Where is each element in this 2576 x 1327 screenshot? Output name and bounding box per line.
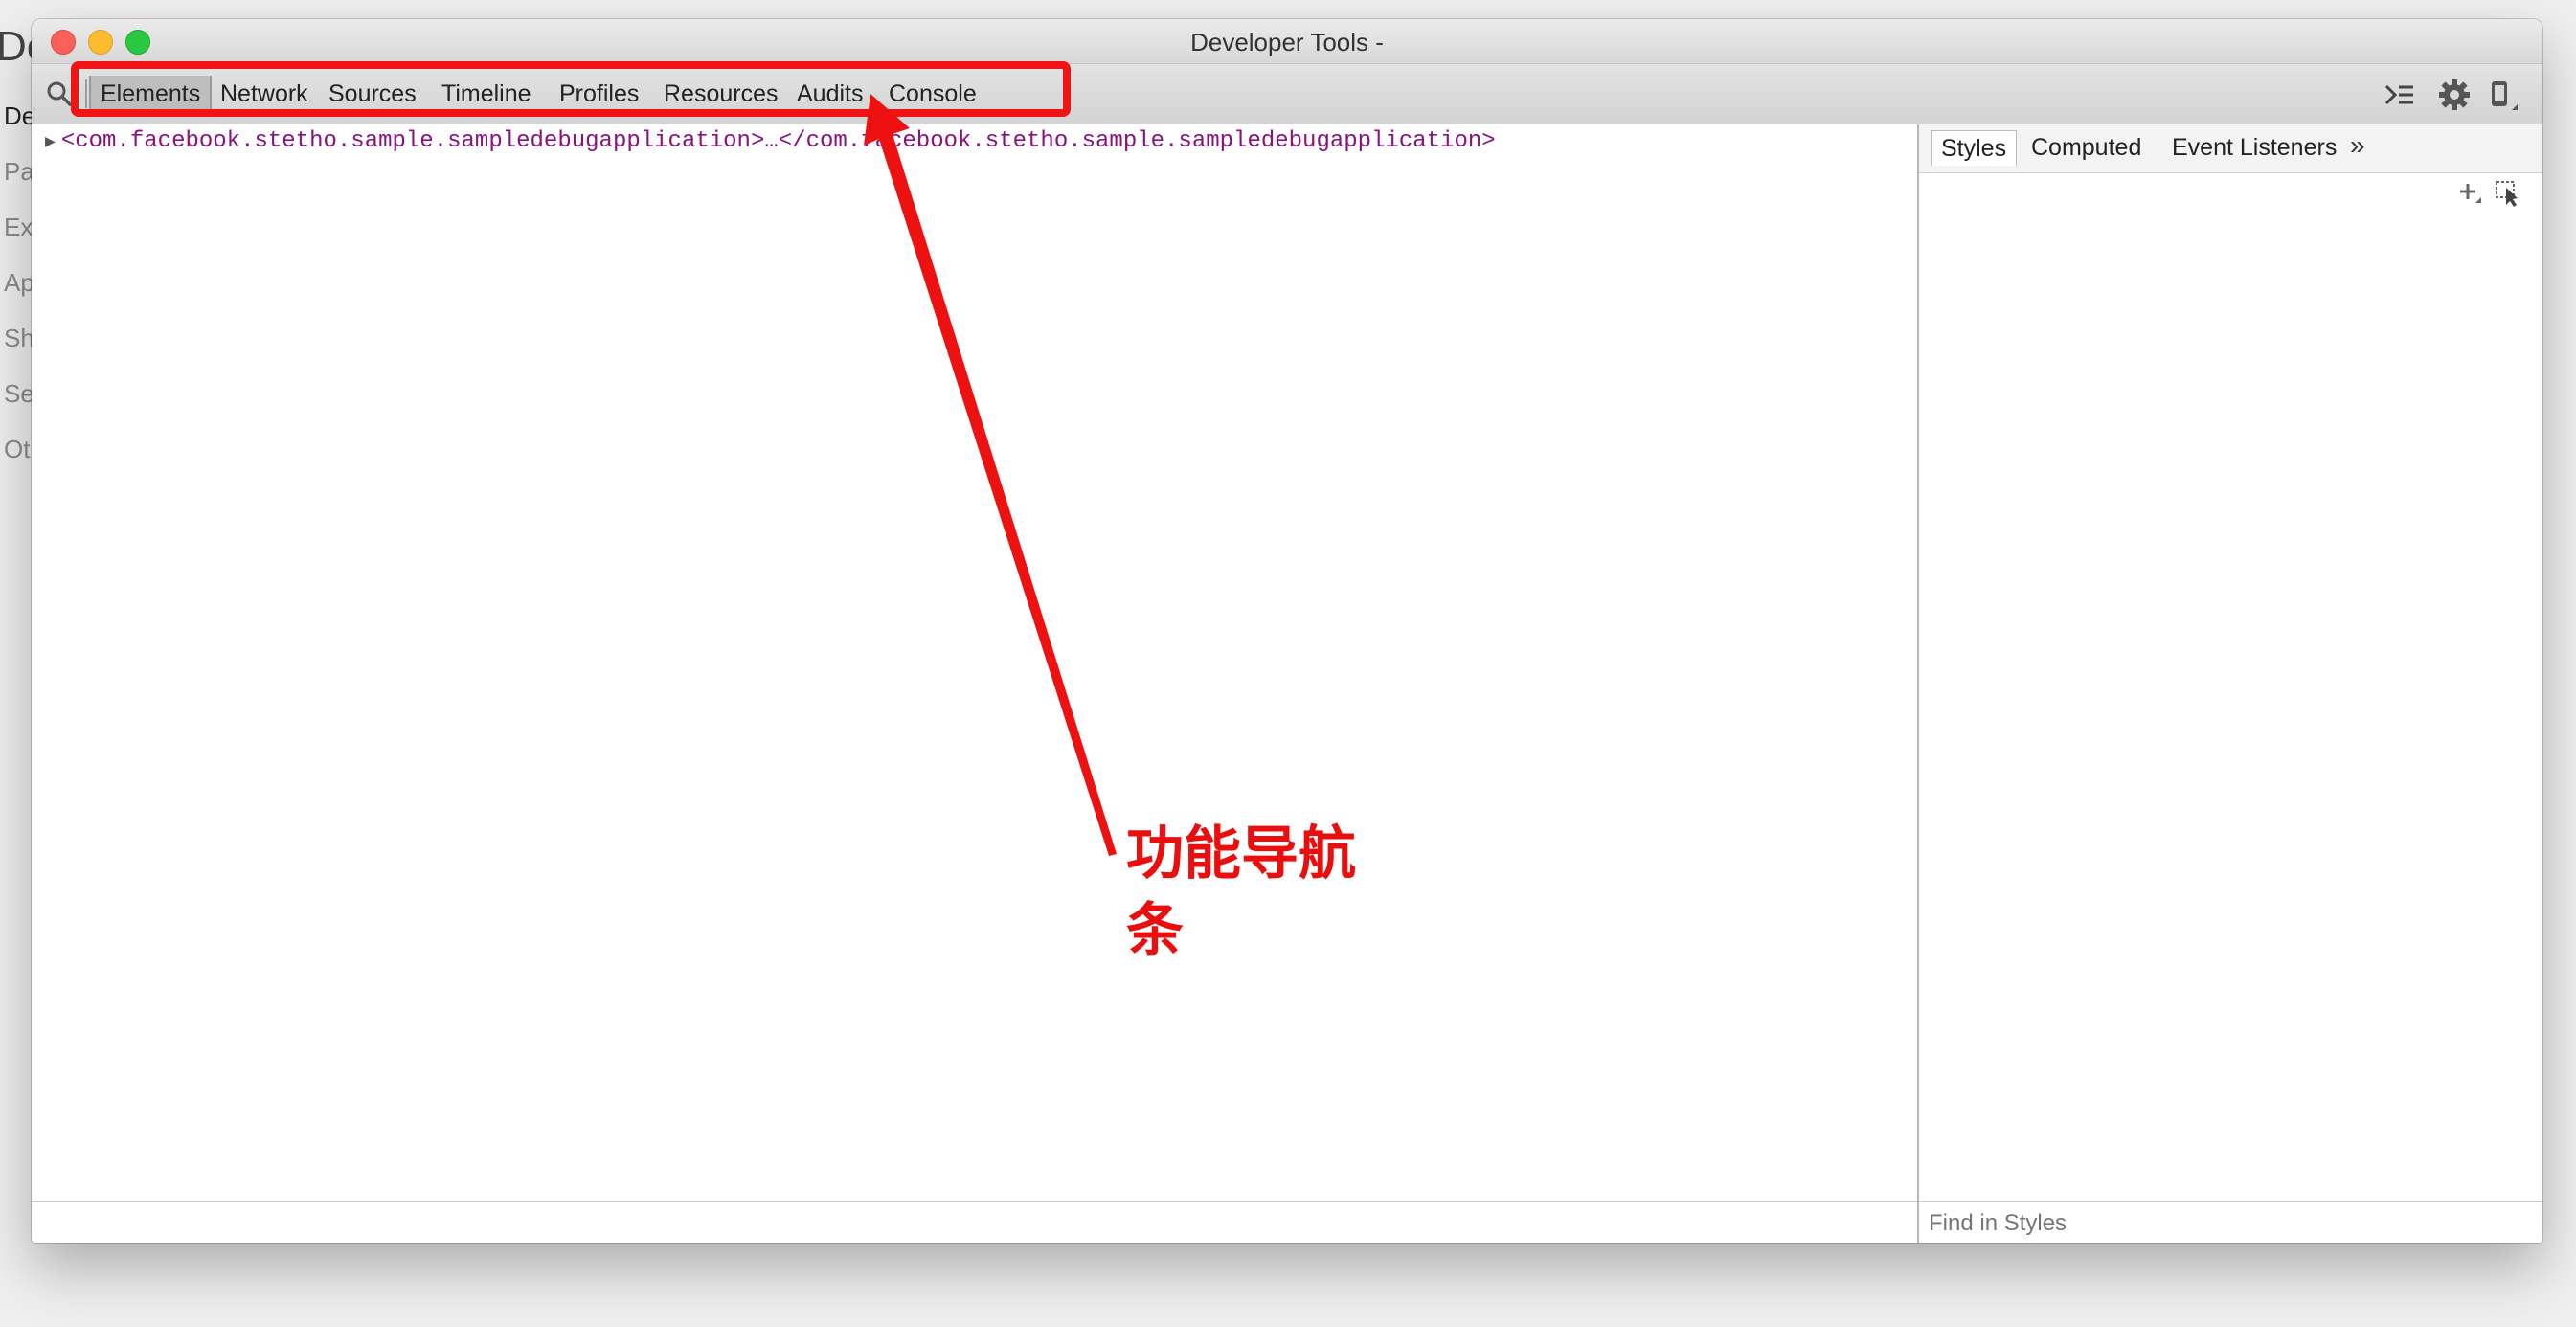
expand-triangle-icon[interactable]: ▶ <box>45 133 56 152</box>
elements-dom-tree: ▶ <com.facebook.stetho.sample.sampledebug… <box>32 124 1917 1201</box>
styles-sidebar: Styles Computed Event Listeners » <box>1919 124 2542 1243</box>
title-bar: Developer Tools - <box>32 19 2542 64</box>
gear-icon[interactable] <box>2437 78 2472 112</box>
device-mode-icon[interactable] <box>2483 78 2518 112</box>
dom-tree-node[interactable]: ▶ <com.facebook.stetho.sample.sampledebug… <box>45 128 1496 154</box>
tab-event-listeners[interactable]: Event Listeners <box>2162 130 2346 165</box>
devtools-window: Developer Tools - Elements Network Sourc… <box>32 19 2542 1243</box>
annotation-label: 功能导航 条 <box>1126 816 1366 969</box>
element-state-icon[interactable] <box>2496 181 2518 207</box>
sidebar-tab-strip: Styles Computed Event Listeners » <box>1919 124 2542 173</box>
annotation-highlight-box <box>71 61 1071 117</box>
dom-node-text: <com.facebook.stetho.sample.sampledebuga… <box>60 128 1496 154</box>
search-icon[interactable] <box>45 79 74 108</box>
background-sidebar-item: Ex <box>4 213 34 241</box>
window-title: Developer Tools - <box>1190 28 1384 56</box>
annotation-label-line: 功能导航 <box>1126 821 1356 888</box>
background-sidebar-item: Pa <box>4 157 34 186</box>
console-drawer-icon[interactable] <box>2383 78 2417 112</box>
find-in-styles-bar <box>1919 1201 2542 1243</box>
background-sidebar-item: Se <box>4 379 34 408</box>
elements-breadcrumb-bar <box>32 1201 1917 1243</box>
background-sidebar-item: Ot <box>4 435 31 463</box>
background-sidebar-item: Sh <box>4 324 34 352</box>
tab-styles[interactable]: Styles <box>1931 130 2018 166</box>
annotation-label-line: 条 <box>1126 897 1184 964</box>
more-tabs-icon[interactable]: » <box>2350 130 2365 161</box>
find-in-styles-input[interactable] <box>1927 1207 2524 1240</box>
new-style-rule-icon[interactable] <box>2460 184 2481 203</box>
tab-computed[interactable]: Computed <box>2022 130 2151 165</box>
style-toolbar <box>2460 181 2518 207</box>
background-sidebar-item: Ap <box>4 268 34 297</box>
